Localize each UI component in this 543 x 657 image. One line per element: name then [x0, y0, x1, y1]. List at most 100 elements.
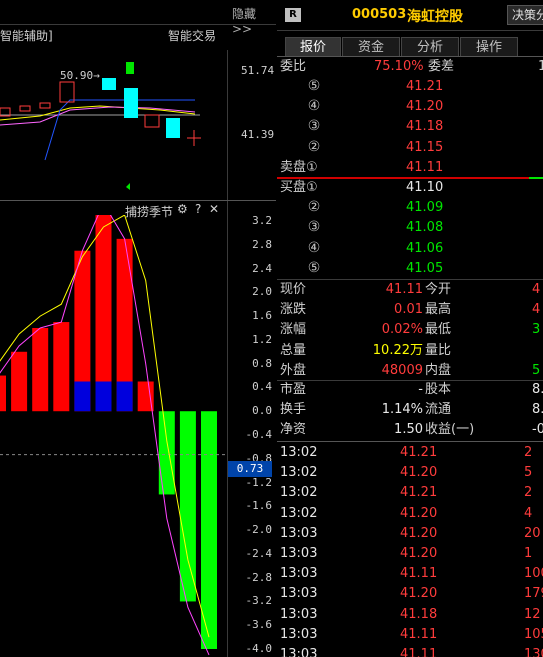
sells-price: 41.20: [406, 99, 444, 115]
buys-price: 41.09: [406, 200, 444, 216]
stats-row: 外盘 48009 内盘 5: [280, 361, 543, 381]
oscillator-bar: [179, 411, 196, 602]
axis-tick-label: 1.2: [252, 332, 272, 346]
stats-value: 41.11: [385, 282, 423, 297]
buys-row[interactable]: ⑤ 41.05: [280, 259, 543, 279]
tab-analysis[interactable]: 分析: [401, 37, 459, 56]
tick-time: 13:03: [280, 546, 318, 561]
peak-annotation: 50.90→: [60, 69, 100, 82]
buys-price: 41.08: [406, 220, 444, 236]
buys-price: 41.10: [406, 180, 444, 195]
axis-tick-label: 3.2: [252, 214, 272, 227]
stats-label2: 量比: [425, 342, 452, 358]
tick-row: 13:03 41.18 12: [280, 605, 543, 625]
hide-button[interactable]: 隐藏>>: [232, 5, 276, 36]
divider: [277, 30, 543, 31]
stats2-label2: 股本: [425, 382, 452, 397]
tick-row: 13:02 41.20 4: [280, 504, 543, 524]
tick-volume: 12: [524, 606, 541, 622]
buys-row[interactable]: ④ 41.06: [280, 239, 543, 259]
stats2-value2: 8.9: [532, 402, 543, 418]
sells-price: 41.18: [406, 119, 444, 135]
oscillator-bar: [53, 322, 70, 412]
stats-value: 48009: [381, 362, 423, 378]
weicha-label: 委差: [428, 59, 455, 74]
stats2-value: 1.14%: [381, 402, 423, 418]
tick-row: 13:02 41.20 5: [280, 463, 543, 483]
axis-tick-label: 0.4: [252, 380, 272, 394]
stats-value: 0.02%: [381, 322, 423, 338]
stats-label: 外盘: [280, 362, 307, 378]
tick-volume: 179: [524, 586, 543, 602]
sells-row[interactable]: ③ 41.18: [280, 117, 543, 137]
r-badge: R: [285, 8, 301, 22]
tab-funds[interactable]: 资金: [342, 37, 400, 56]
tick-price: 41.20: [400, 525, 438, 541]
stats2-value2: 8.9: [532, 382, 543, 397]
stock-name: 海虹控股: [407, 9, 463, 25]
tick-time: 13:03: [280, 525, 318, 541]
sells-row[interactable]: 卖盘① 41.11: [280, 158, 543, 178]
stats2-label: 净资: [280, 422, 307, 438]
tick-volume: 1: [524, 546, 533, 561]
buys-price: 41.05: [406, 260, 444, 276]
decision-analysis-button[interactable]: 决策分析: [507, 5, 543, 25]
sells-price: 41.21: [406, 79, 444, 94]
axis-tick-label: 2.4: [252, 261, 272, 275]
sells-label: 卖盘①: [280, 159, 318, 175]
weibi-value: 75.10%: [374, 59, 424, 74]
settings-icon[interactable]: ⚙: [177, 202, 188, 216]
tick-row: 13:03 41.11 130: [280, 645, 543, 657]
sells-row[interactable]: ⑤ 41.21: [280, 77, 543, 97]
stats-label2: 内盘: [425, 362, 452, 378]
stats2-row: 换手 1.14%流通 8.9: [280, 400, 543, 420]
stats-value2: 4: [532, 302, 541, 318]
buys-level-icon: ③: [307, 219, 321, 236]
help-icon[interactable]: ?: [195, 202, 201, 216]
panel-divider: [0, 200, 276, 201]
stats-label2: 最高: [425, 302, 452, 318]
tick-price: 41.11: [400, 626, 438, 642]
buys-row[interactable]: ② 41.09: [280, 198, 543, 218]
stats-row: 总量 10.22万 量比: [280, 341, 543, 361]
stats-row: 现价 41.11 今开 4: [280, 280, 543, 300]
axis-tick-label: -1.2: [245, 475, 273, 489]
sells-level-icon: ⑤: [307, 78, 321, 94]
close-icon[interactable]: ✕: [209, 202, 219, 216]
tick-time: 13:02: [280, 445, 318, 460]
oscillator-bar: [0, 375, 6, 412]
tick-time: 13:03: [280, 566, 318, 582]
buys-row[interactable]: ③ 41.08: [280, 218, 543, 238]
buys-row[interactable]: 买盘① 41.10: [280, 178, 543, 198]
sells-level-icon: ④: [307, 98, 321, 115]
axis-tick-label: -3.6: [245, 618, 273, 632]
divider: [0, 24, 276, 25]
oscillator-axis: 3.2 2.8 2.4 2.0 1.6 1.2 0.8 0.4 0.0 -0.4 -0.8 -1.2-…: [228, 214, 276, 657]
tab-operation[interactable]: 操作: [460, 37, 518, 56]
axis-tick-label: -4.0: [245, 642, 273, 655]
tick-price: 41.11: [400, 647, 438, 657]
sells-row[interactable]: ② 41.15: [280, 138, 543, 158]
buys-level-icon: ②: [307, 199, 321, 216]
tick-price: 41.21: [400, 445, 438, 460]
oscillator-bar: [11, 351, 28, 412]
tick-price: 41.11: [400, 566, 438, 582]
axis-tick-label: 2.0: [252, 285, 272, 299]
tick-time: 13:02: [280, 465, 318, 481]
stats-value2: 3: [532, 322, 541, 338]
stats-label: 现价: [280, 282, 307, 297]
sells-row[interactable]: ④ 41.20: [280, 97, 543, 117]
tick-time: 13:03: [280, 586, 318, 602]
tick-price: 41.20: [400, 546, 438, 561]
tick-time: 13:03: [280, 647, 318, 657]
smart-trade-label[interactable]: 智能交易: [168, 27, 216, 44]
tick-time: 13:02: [280, 485, 318, 501]
tick-volume: 100: [524, 566, 543, 582]
stats-value: 10.22万: [372, 342, 423, 358]
tab-quote[interactable]: 报价: [285, 37, 341, 56]
indicator-title: 智能辅助]: [0, 29, 53, 43]
price-high-label: 51.74: [241, 64, 275, 77]
tick-row: 13:03 41.20 179: [280, 584, 543, 604]
tick-price: 41.20: [400, 505, 438, 521]
down-arrow-icon: [126, 62, 134, 74]
